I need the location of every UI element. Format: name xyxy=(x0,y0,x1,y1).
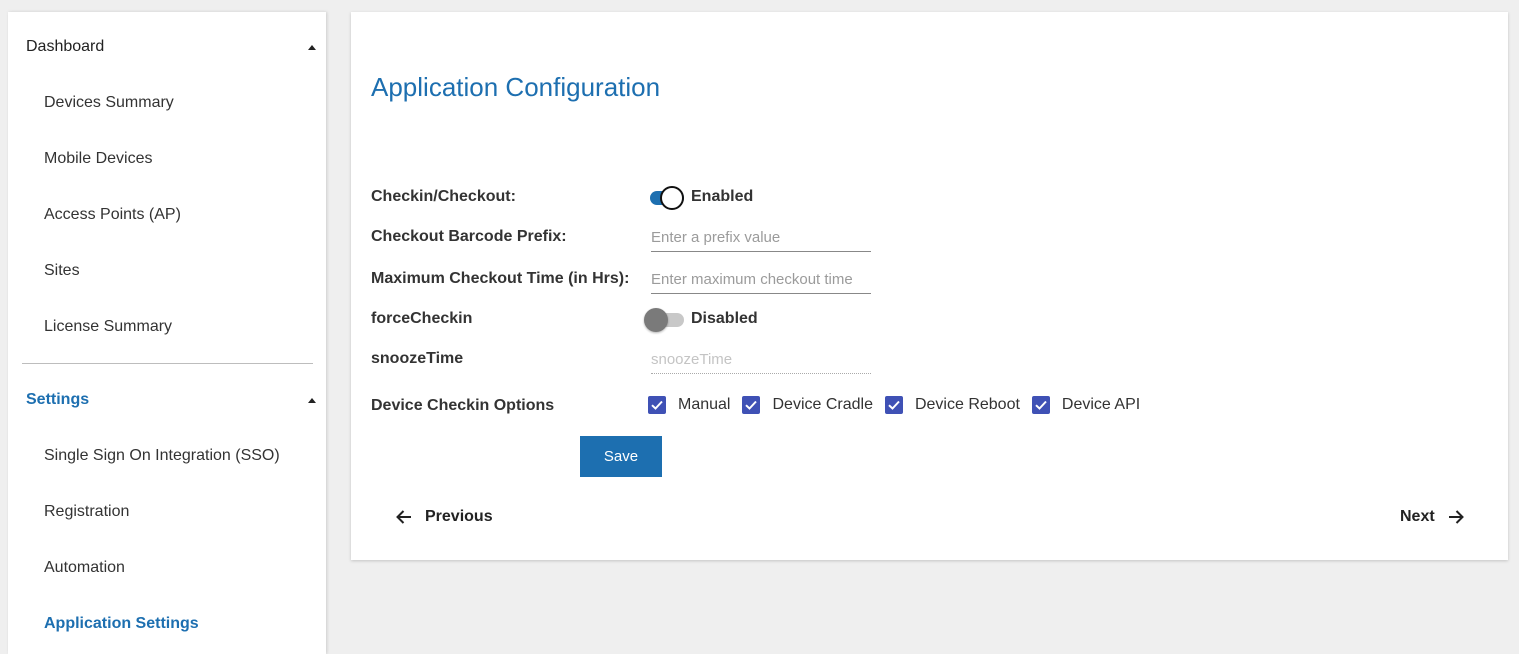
snooze-time-label: snoozeTime xyxy=(371,350,464,367)
force-checkin-status: Disabled xyxy=(691,310,758,327)
sidebar-item-automation[interactable]: Automation xyxy=(44,559,125,577)
checkbox-device-reboot[interactable]: Device Reboot xyxy=(884,396,1020,414)
arrow-left-icon xyxy=(395,508,413,526)
sidebar-section-label: Settings xyxy=(26,391,90,408)
caret-up-icon xyxy=(308,44,316,50)
sidebar-item-application-settings[interactable]: Application Settings xyxy=(44,615,199,633)
arrow-right-icon xyxy=(1447,508,1465,526)
device-checkin-options-label: Device Checkin Options xyxy=(371,397,555,414)
check-icon xyxy=(742,396,761,414)
snooze-time-input xyxy=(651,345,871,374)
checkbox-label: Device Cradle xyxy=(772,396,873,413)
application-configuration-card: Application Configuration Checkin/Checko… xyxy=(351,12,1508,560)
checkin-checkout-status: Enabled xyxy=(691,188,754,205)
max-checkout-time-input[interactable] xyxy=(651,265,871,294)
next-button[interactable]: Next xyxy=(1400,508,1465,526)
sidebar-item-access-points[interactable]: Access Points (AP) xyxy=(44,206,181,224)
checkbox-manual[interactable]: Manual xyxy=(648,396,730,414)
sidebar-item-registration[interactable]: Registration xyxy=(44,503,129,521)
caret-up-icon xyxy=(308,397,316,403)
toggle-thumb xyxy=(660,186,684,210)
max-checkout-time-label: Maximum Checkout Time (in Hrs): xyxy=(371,270,630,287)
save-button[interactable]: Save xyxy=(580,436,662,477)
checkin-checkout-toggle[interactable] xyxy=(648,185,684,210)
sidebar-item-devices-summary[interactable]: Devices Summary xyxy=(44,94,174,112)
check-icon xyxy=(884,396,903,414)
checkbox-device-cradle[interactable]: Device Cradle xyxy=(742,396,873,414)
sidebar-item-sso[interactable]: Single Sign On Integration (SSO) xyxy=(44,447,280,465)
force-checkin-label: forceCheckin xyxy=(371,310,473,327)
sidebar-item-license-summary[interactable]: License Summary xyxy=(44,318,172,336)
sidebar-section-dashboard[interactable]: Dashboard xyxy=(26,35,316,59)
device-checkin-options-group: Manual Device Cradle Device Reboot Devic… xyxy=(648,396,1140,414)
sidebar-item-sites[interactable]: Sites xyxy=(44,262,80,280)
checkbox-label: Manual xyxy=(678,396,731,413)
check-icon xyxy=(1031,396,1050,414)
barcode-prefix-label: Checkout Barcode Prefix: xyxy=(371,228,567,245)
sidebar-item-mobile-devices[interactable]: Mobile Devices xyxy=(44,150,152,168)
checkbox-label: Device API xyxy=(1061,396,1141,413)
next-label: Next xyxy=(1400,508,1435,525)
toggle-thumb xyxy=(644,308,668,332)
checkbox-label: Device Reboot xyxy=(914,396,1020,413)
force-checkin-toggle[interactable] xyxy=(644,307,684,332)
check-icon xyxy=(648,396,666,414)
sidebar-section-label: Dashboard xyxy=(26,38,105,55)
barcode-prefix-input[interactable] xyxy=(651,223,871,252)
checkbox-device-api[interactable]: Device API xyxy=(1031,396,1141,414)
sidebar-section-settings[interactable]: Settings xyxy=(26,388,316,412)
checkin-checkout-label: Checkin/Checkout: xyxy=(371,188,516,205)
previous-label: Previous xyxy=(425,508,493,525)
page-title: Application Configuration xyxy=(371,72,661,102)
sidebar: Dashboard Devices Summary Mobile Devices… xyxy=(8,12,326,654)
previous-button[interactable]: Previous xyxy=(395,508,493,526)
sidebar-divider xyxy=(22,363,313,364)
